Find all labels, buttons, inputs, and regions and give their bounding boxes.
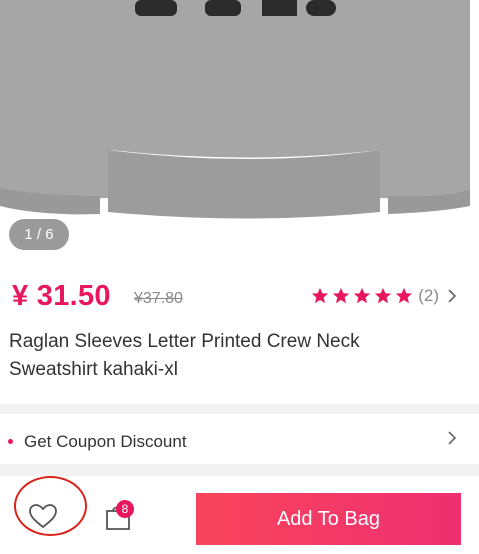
current-price: ¥ 31.50 (12, 280, 111, 312)
wishlist-heart-icon[interactable] (28, 503, 58, 529)
star-icon (312, 287, 329, 304)
image-counter: 1 / 6 (9, 219, 69, 250)
review-count: (2) (418, 286, 439, 305)
star-icon (396, 287, 413, 304)
coupon-row[interactable]: Get Coupon Discount (0, 414, 479, 464)
product-image[interactable]: 1 / 6 (0, 0, 479, 262)
price-row: ¥ 31.50 ¥37.80 (2) (0, 278, 479, 318)
bottom-action-bar: 8 Add To Bag (0, 476, 479, 554)
sweatshirt-image (0, 0, 470, 219)
star-icon (375, 287, 392, 304)
rating-link[interactable]: (2) (311, 286, 457, 306)
original-price: ¥37.80 (134, 290, 183, 307)
chevron-right-icon (448, 289, 457, 303)
star-icon (354, 287, 371, 304)
coupon-label: Get Coupon Discount (24, 432, 187, 451)
star-rating (311, 287, 413, 305)
bullet-dot (8, 439, 13, 444)
add-to-bag-button[interactable]: Add To Bag (196, 493, 461, 545)
star-icon (333, 287, 350, 304)
cart-count-badge: 8 (116, 500, 134, 518)
section-divider (0, 404, 479, 414)
product-title: Raglan Sleeves Letter Printed Crew Neck … (9, 331, 360, 380)
chevron-right-icon (448, 431, 457, 445)
section-divider (0, 464, 479, 476)
